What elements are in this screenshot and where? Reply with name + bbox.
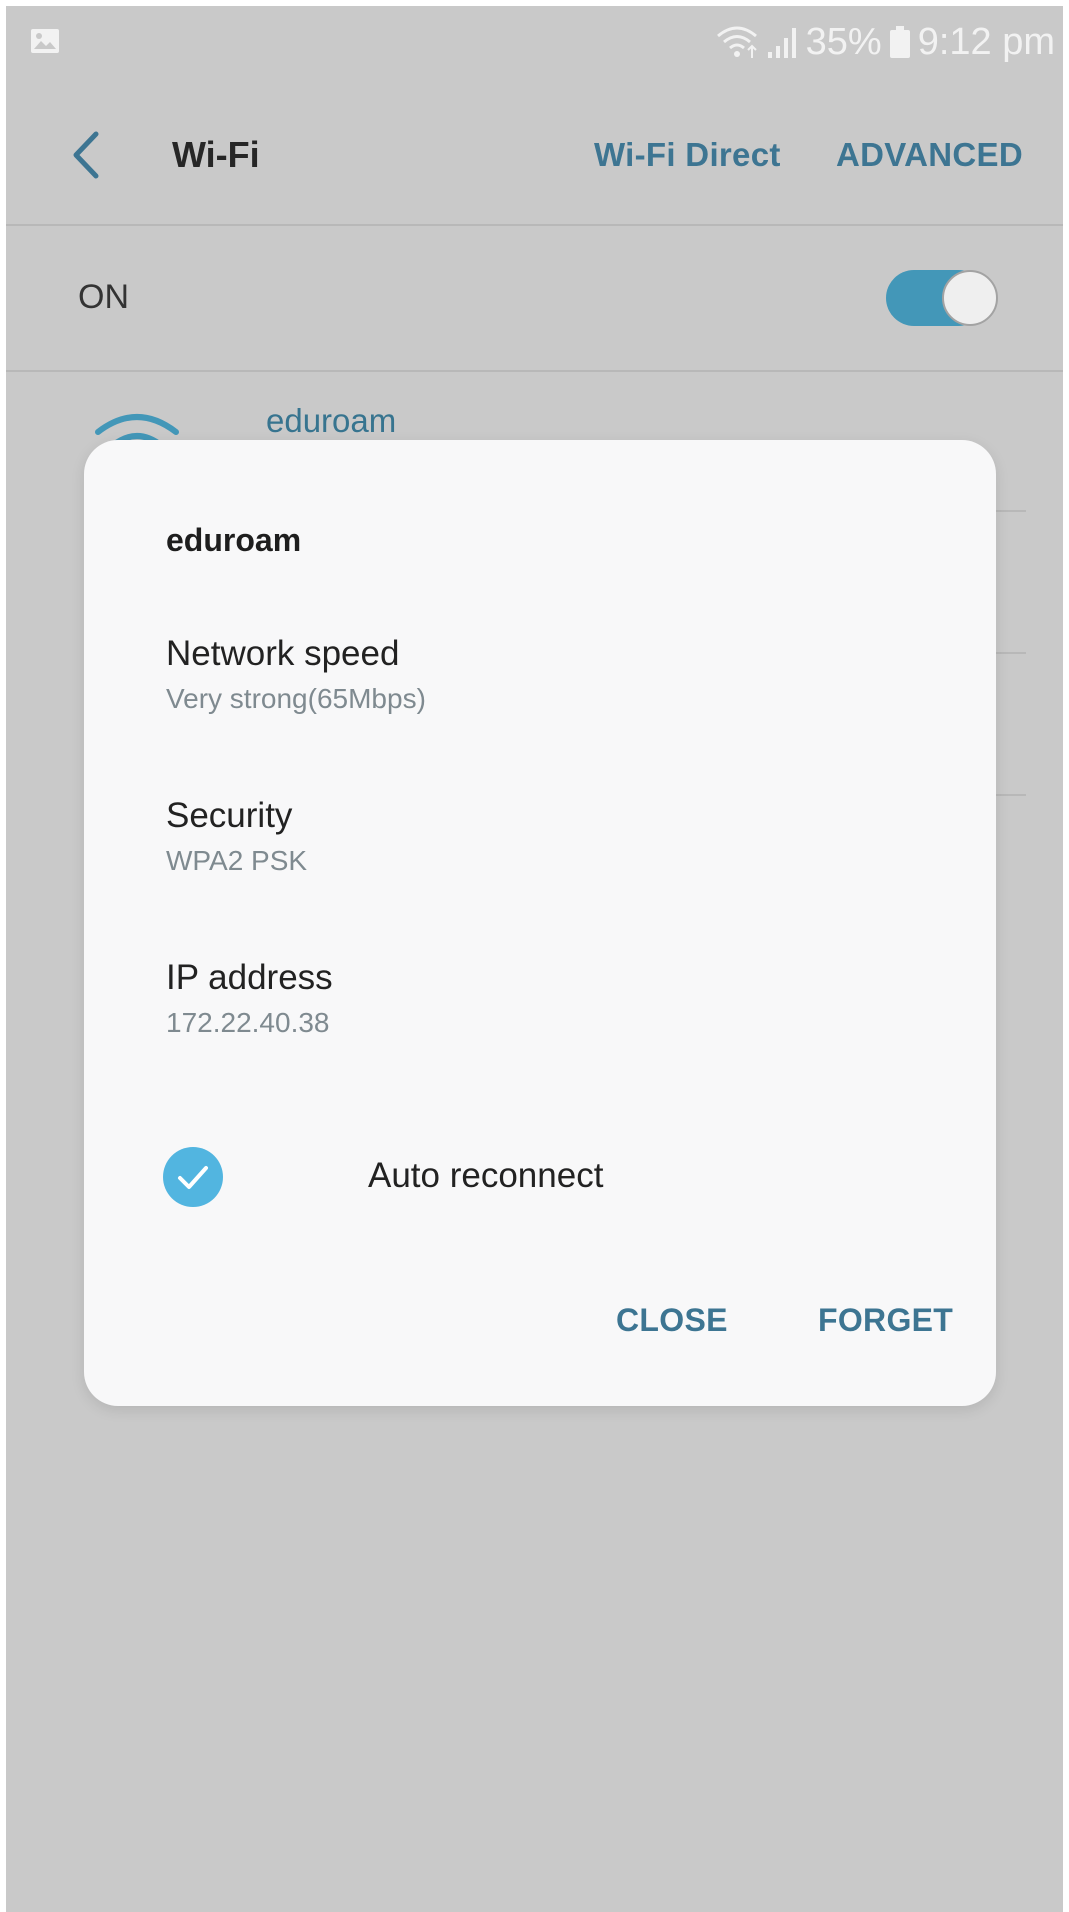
security-label: Security (166, 796, 293, 835)
network-name: eduroam (266, 402, 397, 439)
ip-address-value: 172.22.40.38 (166, 1007, 330, 1038)
security-value: WPA2 PSK (166, 845, 308, 876)
app-bar: Wi-Fi Wi-Fi Direct ADVANCED (6, 86, 1063, 226)
gallery-icon (31, 29, 59, 53)
page-title: Wi-Fi (172, 134, 260, 175)
status-indicators: 35% 9:12 pm (714, 20, 1055, 64)
ip-address-label: IP address (166, 958, 333, 997)
auto-reconnect-row[interactable]: Auto reconnect (162, 1140, 862, 1210)
security-info: Security WPA2 PSK (166, 794, 307, 878)
network-speed-info: Network speed Very strong(65Mbps) (166, 632, 426, 716)
wifi-toggle-row[interactable]: ON (6, 226, 1063, 372)
toggle-knob (942, 270, 998, 326)
signal-icon (767, 28, 796, 58)
advanced-button[interactable]: ADVANCED (836, 136, 1023, 174)
wifi-toggle-label: ON (78, 278, 129, 316)
wifi-status-icon (716, 26, 757, 58)
network-speed-label: Network speed (166, 634, 400, 673)
close-button[interactable]: CLOSE (616, 1302, 728, 1339)
wifi-direct-button[interactable]: Wi-Fi Direct (594, 136, 781, 174)
dialog-title: eduroam (166, 522, 302, 558)
status-bar: 35% 9:12 pm (6, 6, 1063, 86)
wifi-toggle-switch[interactable] (886, 270, 998, 326)
battery-icon (889, 26, 910, 58)
battery-percent: 35% (805, 20, 882, 63)
network-details-dialog: eduroam Network speed Very strong(65Mbps… (84, 440, 996, 1406)
network-speed-value: Very strong(65Mbps) (166, 683, 426, 714)
back-arrow-icon[interactable] (66, 130, 106, 180)
ip-address-info: IP address 172.22.40.38 (166, 956, 333, 1040)
status-time: 9:12 pm (917, 20, 1055, 63)
screen: 35% 9:12 pm Wi-Fi Wi-Fi Direct ADVANCED … (6, 6, 1063, 1912)
auto-reconnect-label: Auto reconnect (368, 1156, 604, 1195)
forget-button[interactable]: FORGET (818, 1302, 953, 1339)
checkbox-checked-icon[interactable] (162, 1146, 224, 1208)
